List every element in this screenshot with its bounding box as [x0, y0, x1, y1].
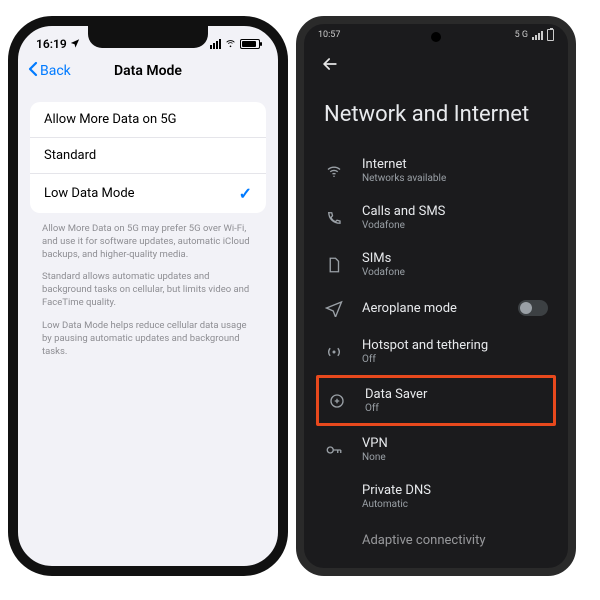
hotspot-icon	[324, 342, 344, 362]
setting-adaptive-connectivity[interactable]: Adaptive connectivity	[304, 520, 568, 560]
setting-sub: Vodafone	[362, 267, 405, 278]
desc-paragraph: Allow More Data on 5G may prefer 5G over…	[42, 223, 254, 261]
ios-nav-bar: Back Data Mode	[18, 54, 278, 88]
page-title: Network and Internet	[304, 78, 568, 147]
back-button[interactable]	[304, 46, 568, 78]
airplane-icon	[324, 298, 344, 318]
highlight-box: Data Saver Off	[316, 375, 556, 426]
option-label: Low Data Mode	[44, 186, 135, 201]
battery-icon	[547, 29, 554, 41]
dns-icon	[324, 487, 344, 507]
setting-label: Calls and SMS	[362, 204, 445, 219]
setting-label: Hotspot and tethering	[362, 338, 488, 353]
iphone-frame: 16:19 Back Data Mode Allow More Data on …	[8, 16, 288, 576]
iphone-notch	[88, 26, 208, 48]
setting-label: Adaptive connectivity	[362, 533, 485, 548]
setting-hotspot[interactable]: Hotspot and tethering Off	[304, 328, 568, 375]
setting-sub: Off	[365, 403, 427, 414]
signal-icon	[210, 39, 221, 49]
option-standard[interactable]: Standard	[30, 138, 266, 174]
setting-calls-sms[interactable]: Calls and SMS Vodafone	[304, 194, 568, 241]
option-allow-more-data-5g[interactable]: Allow More Data on 5G	[30, 102, 266, 138]
setting-label: Private DNS	[362, 483, 431, 498]
adaptive-icon	[324, 530, 344, 550]
setting-sub: Automatic	[362, 499, 431, 510]
vpn-icon	[324, 440, 344, 460]
signal-icon	[532, 31, 543, 40]
setting-label: SIMs	[362, 251, 405, 266]
location-icon	[70, 37, 80, 51]
setting-internet[interactable]: Internet Networks available	[304, 147, 568, 194]
desc-paragraph: Low Data Mode helps reduce cellular data…	[42, 320, 254, 358]
sim-icon	[324, 255, 344, 275]
android-time: 10:57	[318, 30, 340, 40]
option-low-data-mode[interactable]: Low Data Mode ✓	[30, 174, 266, 213]
android-frame: 10:57 5 G Network and Internet Internet …	[296, 16, 576, 576]
battery-icon	[240, 39, 260, 49]
wifi-icon	[224, 37, 237, 51]
checkmark-icon: ✓	[239, 184, 252, 203]
setting-label: Aeroplane mode	[362, 301, 457, 316]
setting-aeroplane-mode[interactable]: Aeroplane mode	[304, 288, 568, 328]
desc-paragraph: Standard allows automatic updates and ba…	[42, 271, 254, 309]
ios-time: 16:19	[36, 37, 67, 51]
setting-label: Data Saver	[365, 387, 427, 402]
setting-data-saver[interactable]: Data Saver Off	[327, 385, 545, 416]
setting-label: Internet	[362, 157, 446, 172]
wifi-icon	[324, 161, 344, 181]
setting-sub: Vodafone	[362, 220, 445, 231]
setting-sub: Off	[362, 354, 488, 365]
android-camera-cutout	[431, 32, 441, 42]
options-description: Allow More Data on 5G may prefer 5G over…	[42, 223, 254, 358]
page-title: Data Mode	[18, 63, 278, 79]
option-label: Allow More Data on 5G	[44, 112, 177, 127]
aeroplane-toggle[interactable]	[518, 300, 548, 316]
setting-vpn[interactable]: VPN None	[304, 426, 568, 473]
option-label: Standard	[44, 148, 96, 163]
phone-icon	[324, 208, 344, 228]
data-mode-options: Allow More Data on 5G Standard Low Data …	[30, 102, 266, 213]
setting-label: VPN	[362, 436, 388, 451]
setting-sub: None	[362, 452, 388, 463]
setting-sub: Networks available	[362, 173, 446, 184]
data-saver-icon	[327, 391, 347, 411]
setting-private-dns[interactable]: Private DNS Automatic	[304, 473, 568, 520]
setting-sims[interactable]: SIMs Vodafone	[304, 241, 568, 288]
status-extras: 5 G	[515, 30, 528, 40]
